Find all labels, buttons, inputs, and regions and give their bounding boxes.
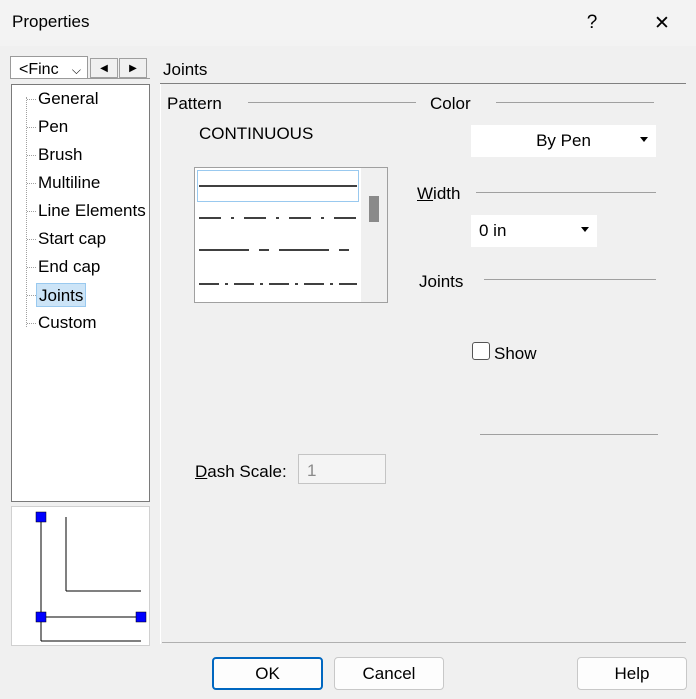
tree-connector [26, 97, 27, 327]
show-label[interactable]: Show [494, 344, 537, 364]
window-title: Properties [12, 12, 90, 31]
category-tree[interactable]: General Pen Brush Multiline Line Elements Sta… [11, 84, 150, 502]
heading-divider [160, 83, 686, 84]
find-combo-value: <Finc [19, 61, 59, 78]
nav-next-button[interactable]: ▶ [119, 58, 147, 78]
tree-connector-branch [27, 267, 36, 268]
tree-connector-branch [27, 99, 36, 100]
help-icon-button[interactable]: ? [572, 8, 612, 38]
width-dropdown-value: 0 in [479, 221, 507, 240]
pattern-list[interactable] [194, 167, 388, 303]
pattern-samples[interactable] [195, 168, 363, 302]
joints-label: Joints [419, 272, 464, 291]
scrollbar-thumb[interactable] [369, 196, 379, 222]
tree-item-brush[interactable]: Brush [36, 143, 84, 167]
bottom-separator [162, 642, 686, 643]
pattern-label: Pattern [167, 94, 222, 113]
color-dropdown[interactable]: By Pen [471, 125, 656, 157]
caret-down-icon [640, 137, 648, 142]
tree-item-end-cap[interactable]: End cap [36, 255, 102, 279]
dash-scale-accel: D [195, 462, 208, 481]
combo-divider [10, 78, 150, 79]
width-divider [476, 192, 656, 193]
width-label-rest: idth [433, 184, 461, 203]
tree-item-start-cap[interactable]: Start cap [36, 227, 108, 251]
tree-connector-branch [27, 127, 36, 128]
tree-item-multiline[interactable]: Multiline [36, 171, 102, 195]
pattern-scrollbar[interactable] [361, 168, 387, 302]
close-icon-button[interactable]: ✕ [642, 8, 682, 38]
nav-prev-button[interactable]: ◀ [90, 58, 118, 78]
tree-connector-branch [27, 155, 36, 156]
pattern-value: CONTINUOUS [199, 124, 314, 143]
pattern-divider [248, 102, 416, 103]
tree-item-custom[interactable]: Custom [36, 311, 99, 335]
chevron-down-icon: ⌵ [71, 63, 81, 77]
tree-connector-branch [27, 211, 36, 212]
tree-connector-branch [27, 295, 36, 296]
dash-scale-input[interactable]: 1 [298, 454, 386, 484]
tree-item-general[interactable]: General [36, 87, 100, 111]
show-checkbox[interactable] [472, 342, 490, 360]
color-label: Color [430, 94, 471, 113]
color-dropdown-value: By Pen [536, 131, 591, 150]
joint-preview-drawing [35, 511, 147, 642]
dash-scale-rest: ash Scale: [207, 462, 287, 481]
tree-item-joints[interactable]: Joints [36, 283, 87, 307]
ok-button[interactable]: OK [212, 657, 323, 690]
joint-preview [11, 506, 150, 646]
tree-connector-branch [27, 239, 36, 240]
tree-item-pen[interactable]: Pen [36, 115, 70, 139]
panel-heading: Joints [163, 60, 208, 79]
panel-border-left [160, 84, 161, 644]
tree-connector-branch [27, 183, 36, 184]
joints-divider [484, 279, 656, 280]
tree-item-line-elements[interactable]: Line Elements [36, 199, 148, 223]
width-dropdown[interactable]: 0 in [471, 215, 597, 247]
dash-scale-label: Dash Scale: [195, 462, 287, 482]
width-label-accel: W [417, 184, 434, 203]
caret-down-icon [581, 227, 589, 232]
help-button[interactable]: Help [577, 657, 687, 690]
find-combo[interactable]: <Finc ⌵ [10, 56, 88, 78]
joints-bottom-divider [480, 434, 658, 435]
tree-connector-branch [27, 323, 36, 324]
cancel-button[interactable]: Cancel [334, 657, 444, 690]
width-label: Width [417, 184, 460, 204]
color-divider [496, 102, 654, 103]
